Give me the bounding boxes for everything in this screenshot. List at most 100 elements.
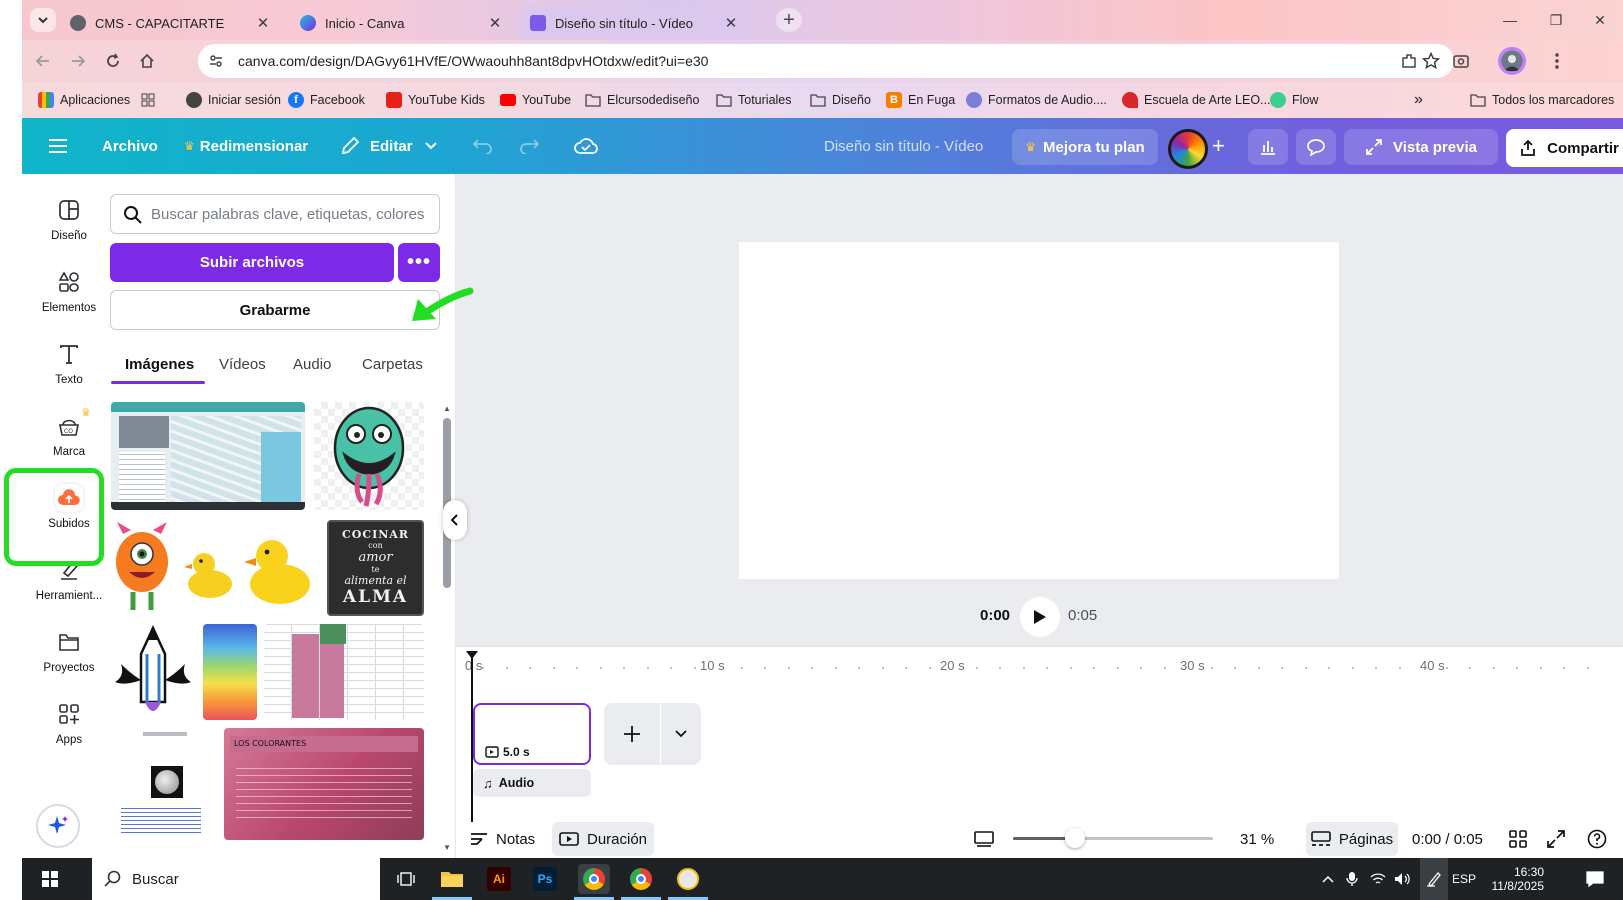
add-page-menu-button[interactable] <box>661 703 701 765</box>
scroll-up-arrow[interactable]: ▲ <box>443 404 451 413</box>
upload-thumb-small-duck[interactable] <box>180 520 236 616</box>
rail-item-text[interactable]: Texto <box>22 332 116 398</box>
tab-diseno-video[interactable]: Diseño sin título - Vídeo ✕ <box>520 6 750 40</box>
upload-thumb-map-screenshot[interactable] <box>111 402 305 510</box>
upload-thumb-pencil-rocket[interactable] <box>111 624 195 720</box>
windows-start-icon[interactable] <box>34 864 66 894</box>
scroll-down-arrow[interactable]: ▼ <box>443 843 451 852</box>
design-canvas[interactable] <box>739 242 1339 579</box>
bookmark-aplicaciones[interactable]: Aplicaciones <box>38 90 130 110</box>
play-button[interactable] <box>1020 597 1060 637</box>
screenshot-icon[interactable] <box>1448 48 1474 74</box>
upload-more-button[interactable]: ••• <box>398 243 440 282</box>
profile-avatar[interactable] <box>1498 47 1526 75</box>
taskbar-search[interactable]: Buscar <box>92 858 380 900</box>
upload-thumb-chalkboard[interactable]: COCINAR con amor te alimenta el ALMA <box>327 520 424 616</box>
extensions-icon[interactable] <box>1396 48 1422 74</box>
add-page-button[interactable] <box>604 703 660 765</box>
rail-item-elements[interactable]: Elementos <box>22 260 116 326</box>
upload-files-button[interactable]: Subir archivos <box>110 243 394 282</box>
rail-item-projects[interactable]: Proyectos <box>22 620 116 686</box>
fit-view-button[interactable] <box>974 822 994 856</box>
resize-menu[interactable]: ♛ Redimensionar <box>184 128 308 164</box>
bookmark-youtube[interactable]: YouTube <box>500 90 571 110</box>
magic-assistant-button[interactable] <box>36 804 80 848</box>
bookmark-elcursodediseno[interactable]: Elcursodediseño <box>585 90 699 110</box>
grid-view-button[interactable] <box>1509 822 1527 856</box>
search-input[interactable]: Buscar palabras clave, etiquetas, colore… <box>110 194 440 234</box>
tab-search-button[interactable] <box>30 8 56 32</box>
reload-button[interactable] <box>100 48 126 74</box>
fullscreen-button[interactable] <box>1547 822 1565 856</box>
upgrade-plan-button[interactable]: ♛ Mejora tu plan <box>1012 129 1158 165</box>
kebab-menu-icon[interactable] <box>1544 48 1570 74</box>
minimize-button[interactable]: — <box>1487 0 1533 40</box>
upload-thumb-green-monster[interactable] <box>314 402 424 510</box>
add-collaborator-icon[interactable]: + <box>1212 128 1225 164</box>
close-icon[interactable]: ✕ <box>254 14 272 32</box>
document-title[interactable]: Diseño sin título - Vídeo <box>824 128 983 164</box>
upload-thumb-orange-monster[interactable] <box>111 520 173 616</box>
tab-audio[interactable]: Audio <box>293 356 331 373</box>
close-window-button[interactable]: ✕ <box>1577 0 1623 40</box>
cloud-saved-icon[interactable] <box>574 128 598 164</box>
comments-button[interactable] <box>1296 129 1336 165</box>
task-view-icon[interactable] <box>390 864 422 894</box>
undo-button[interactable] <box>472 128 494 164</box>
chrome-icon[interactable] <box>625 864 657 894</box>
edit-menu[interactable]: Editar <box>340 128 437 164</box>
hamburger-menu-icon[interactable] <box>48 128 68 164</box>
bookmark-facebook[interactable]: f Facebook <box>288 90 365 110</box>
rail-item-design[interactable]: Diseño <box>22 188 116 254</box>
add-audio-track[interactable]: ♫ Audio <box>473 769 591 797</box>
share-button[interactable]: Compartir <box>1506 129 1623 167</box>
redo-button[interactable] <box>518 128 540 164</box>
help-button[interactable] <box>1587 822 1607 856</box>
volume-icon[interactable] <box>1394 858 1410 900</box>
zoom-slider-thumb[interactable] <box>1065 828 1085 848</box>
chrome-alt-profile-icon[interactable] <box>672 864 704 894</box>
upload-thumb-large-duck[interactable] <box>240 520 314 616</box>
tab-inicio-canva[interactable]: Inicio - Canva ✕ <box>290 6 514 40</box>
input-language[interactable]: ESP <box>1452 858 1476 900</box>
rail-item-apps[interactable]: Apps <box>22 692 116 758</box>
tray-chevron-icon[interactable] <box>1322 858 1334 900</box>
notifications-icon[interactable] <box>1586 858 1604 900</box>
illustrator-icon[interactable]: Ai <box>483 864 515 894</box>
notes-button[interactable]: Notas <box>470 822 535 856</box>
team-avatar[interactable] <box>1168 129 1208 169</box>
wifi-icon[interactable] <box>1370 858 1386 900</box>
record-yourself-button[interactable]: Grabarme <box>110 290 440 330</box>
site-info-icon[interactable] <box>208 53 224 69</box>
back-button[interactable] <box>30 48 56 74</box>
tab-images[interactable]: Imágenes <box>125 356 194 373</box>
bookmark-grid[interactable] <box>140 90 162 110</box>
home-button[interactable] <box>134 48 160 74</box>
duration-button[interactable]: Duración <box>552 822 654 856</box>
restore-button[interactable]: ❐ <box>1533 0 1579 40</box>
upload-thumb-colorantes[interactable]: LOS COLORANTES <box>224 728 424 840</box>
photoshop-icon[interactable]: Ps <box>529 864 561 894</box>
file-explorer-icon[interactable] <box>436 864 468 894</box>
clock[interactable]: 16:30 11/8/2025 <box>1486 858 1545 900</box>
pen-input-icon[interactable] <box>1420 858 1448 900</box>
close-icon[interactable]: ✕ <box>722 14 740 32</box>
timeline-clip-page-1[interactable]: 5.0 s <box>473 703 591 765</box>
tab-folders[interactable]: Carpetas <box>362 356 423 373</box>
file-menu[interactable]: Archivo <box>102 128 158 164</box>
star-icon[interactable] <box>1422 52 1440 70</box>
collapse-panel-button[interactable] <box>443 500 467 540</box>
close-icon[interactable]: ✕ <box>486 14 504 32</box>
upload-thumb-moon-document[interactable] <box>111 728 221 838</box>
zoom-percent[interactable]: 31 % <box>1240 822 1274 856</box>
bookmark-youtube-kids[interactable]: YouTube Kids <box>386 90 485 110</box>
bookmark-en-fuga[interactable]: B En Fuga <box>886 90 955 110</box>
bookmark-escuela-arte-leo[interactable]: Escuela de Arte LEO... <box>1122 90 1270 110</box>
all-bookmarks-button[interactable]: Todos los marcadores <box>1470 90 1614 110</box>
upload-thumb-spreadsheet[interactable] <box>264 624 424 720</box>
upload-thumb-gradient[interactable] <box>203 624 257 720</box>
preview-button[interactable]: Vista previa <box>1344 129 1498 165</box>
microphone-icon[interactable] <box>1346 858 1358 900</box>
tab-cms[interactable]: CMS - CAPACITARTE ✕ <box>60 6 282 40</box>
bookmark-formatos-audio[interactable]: Formatos de Audio.... <box>966 90 1107 110</box>
